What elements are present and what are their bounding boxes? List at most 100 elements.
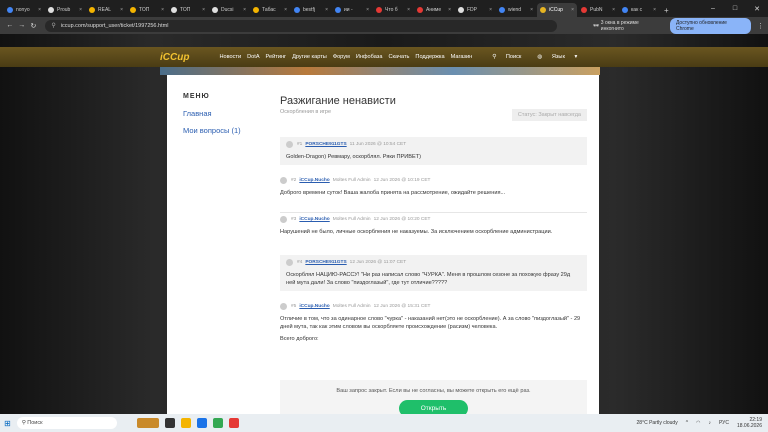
network-icon[interactable]: ◠ (696, 420, 700, 426)
site-nav-item[interactable]: Форум (333, 54, 350, 60)
site-nav-item[interactable]: Поддержка (415, 54, 444, 60)
language-selector[interactable]: ◍ Язык ▾ (537, 54, 577, 60)
search-icon: ⚲ (492, 54, 497, 60)
minimize-icon[interactable]: – (702, 5, 724, 12)
favicon-icon (212, 7, 218, 13)
sidebar-item-home[interactable]: Главная (183, 109, 263, 118)
tray-arrow-icon[interactable]: ^ (686, 420, 688, 426)
browser-menu-icon[interactable]: ⋮ (757, 22, 764, 30)
tab-label: ТОП (180, 7, 191, 13)
browser-tab[interactable]: iCCup × (537, 3, 577, 17)
favicon-icon (253, 7, 259, 13)
browser-tab[interactable]: wiend × (496, 3, 536, 17)
window-controls: – □ ✕ (702, 0, 768, 17)
favicon-icon (499, 7, 505, 13)
browser-tab[interactable]: nonyo × (4, 3, 44, 17)
tab-close-icon[interactable]: × (161, 7, 164, 13)
browser-tab[interactable]: Табас × (250, 3, 290, 17)
reload-icon[interactable]: ↻ (28, 22, 40, 30)
browser-tab[interactable]: Что б × (373, 3, 413, 17)
windows-start-icon[interactable]: ⊞ (4, 419, 11, 428)
url-input[interactable]: ⚲ iccup.com/support_user/ticket/1997256.… (45, 19, 558, 32)
taskbar-search-input[interactable]: ⚲ Поиск (16, 417, 117, 429)
forward-icon[interactable]: → (16, 22, 28, 29)
message-meta: #5 iCCup.Nucho Moltes Full Admin 12 Jun … (280, 303, 587, 310)
maximize-icon[interactable]: □ (724, 5, 746, 12)
browser-tab[interactable]: ТОП × (168, 3, 208, 17)
browser-tab[interactable]: FDP × (455, 3, 495, 17)
chrome-icon[interactable] (212, 418, 223, 428)
site-nav-item[interactable]: Новости (219, 54, 241, 60)
author-role: Moltes Full Admin (332, 304, 371, 309)
incognito-icon: 🕶 (593, 22, 600, 29)
search-link[interactable]: ⚲ Поиск (492, 54, 529, 60)
browser-tab[interactable]: REAL × (86, 3, 126, 17)
task-view-icon[interactable] (164, 418, 175, 428)
opera-icon[interactable] (228, 418, 239, 428)
tab-close-icon[interactable]: × (612, 7, 615, 13)
author-link[interactable]: PORSCHE911GTS (305, 142, 346, 147)
site-logo[interactable]: iCCup (160, 52, 189, 63)
close-icon[interactable]: ✕ (746, 5, 768, 13)
message-text: Оскорблял НАЦИЮ-РАССУ! "Ни раз написал с… (286, 272, 571, 286)
tab-close-icon[interactable]: × (571, 7, 574, 13)
chrome-update-button[interactable]: Доступно обновление Chrome (669, 17, 751, 34)
windows-taskbar: ⊞ ⚲ Поиск 28°C Partly cloudy ^ ◠ ♪ РУС 2… (0, 414, 768, 432)
browser-tab[interactable]: Аниме × (414, 3, 454, 17)
author-link[interactable]: iCCup.Nucho (299, 304, 329, 309)
tab-label: FDP (467, 7, 477, 13)
site-nav-item[interactable]: Скачать (388, 54, 409, 60)
browser-tab[interactable]: как с × (619, 3, 659, 17)
browser-tab[interactable]: PubN × (578, 3, 618, 17)
clock[interactable]: 22:19 18.06.2026 (737, 417, 762, 429)
author-role: Moltes Full Admin (332, 178, 371, 183)
browser-tab[interactable]: ТОП × (127, 3, 167, 17)
message-text: Golden-Dragon) Ревмару, оскорблял. Ряки … (286, 154, 421, 160)
tab-label: Аниме (426, 7, 442, 13)
tab-close-icon[interactable]: × (202, 7, 205, 13)
browser-tab[interactable]: ии - × (332, 3, 372, 17)
browser-tab[interactable]: Proub × (45, 3, 85, 17)
explorer-icon[interactable] (180, 418, 191, 428)
tab-close-icon[interactable]: × (325, 7, 328, 13)
weather-widget[interactable]: 28°C Partly cloudy (637, 420, 678, 426)
site-nav-item[interactable]: Инфобаза (356, 54, 383, 60)
site-nav-item[interactable]: Другие карты (292, 54, 327, 60)
tab-close-icon[interactable]: × (530, 7, 533, 13)
tab-label: Табас (262, 7, 276, 13)
tab-label: REAL (98, 7, 112, 13)
tab-label: PubN (590, 7, 603, 13)
site-nav-item[interactable]: DotA (247, 54, 259, 60)
author-role: Moltes Full Admin (332, 217, 371, 222)
site-header: iCCup Новости DotA Рейтинг Другие карты Фору… (0, 47, 768, 67)
tab-close-icon[interactable]: × (407, 7, 410, 13)
tab-close-icon[interactable]: × (120, 7, 123, 13)
tab-close-icon[interactable]: × (243, 7, 246, 13)
message-meta: #1 PORSCHE911GTS 11 Jun 2026 @ 10:54 CET (286, 141, 581, 148)
language-indicator[interactable]: РУС (719, 420, 729, 426)
back-icon[interactable]: ← (4, 22, 16, 29)
tab-close-icon[interactable]: × (38, 7, 41, 13)
site-nav-item[interactable]: Магазин (451, 54, 473, 60)
browser-tab[interactable]: Ducsi × (209, 3, 249, 17)
edge-icon[interactable] (196, 418, 207, 428)
volume-icon[interactable]: ♪ (708, 420, 711, 426)
tab-close-icon[interactable]: × (366, 7, 369, 13)
author-link[interactable]: iCCup.Nucho (299, 178, 329, 183)
sidebar-item-my-questions[interactable]: Мои вопросы (1) (183, 126, 263, 135)
tab-close-icon[interactable]: × (448, 7, 451, 13)
status-badge: Статус: Закрыт навсегда (511, 109, 587, 121)
widget-image-icon[interactable] (136, 418, 159, 428)
site-nav-item[interactable]: Рейтинг (266, 54, 287, 60)
browser-tab[interactable]: bestfj × (291, 3, 331, 17)
tab-close-icon[interactable]: × (489, 7, 492, 13)
tab-close-icon[interactable]: × (653, 7, 656, 13)
new-tab-button[interactable]: + (660, 3, 673, 17)
incognito-indicator[interactable]: 🕶 3 окна в режиме инкогнито (593, 20, 662, 32)
favicon-icon (622, 7, 628, 13)
author-link[interactable]: PORSCHE911GTS (305, 260, 346, 265)
tab-close-icon[interactable]: × (79, 7, 82, 13)
site-info-icon[interactable]: ⚲ (51, 22, 55, 29)
tab-close-icon[interactable]: × (284, 7, 287, 13)
author-link[interactable]: iCCup.Nucho (299, 217, 329, 222)
